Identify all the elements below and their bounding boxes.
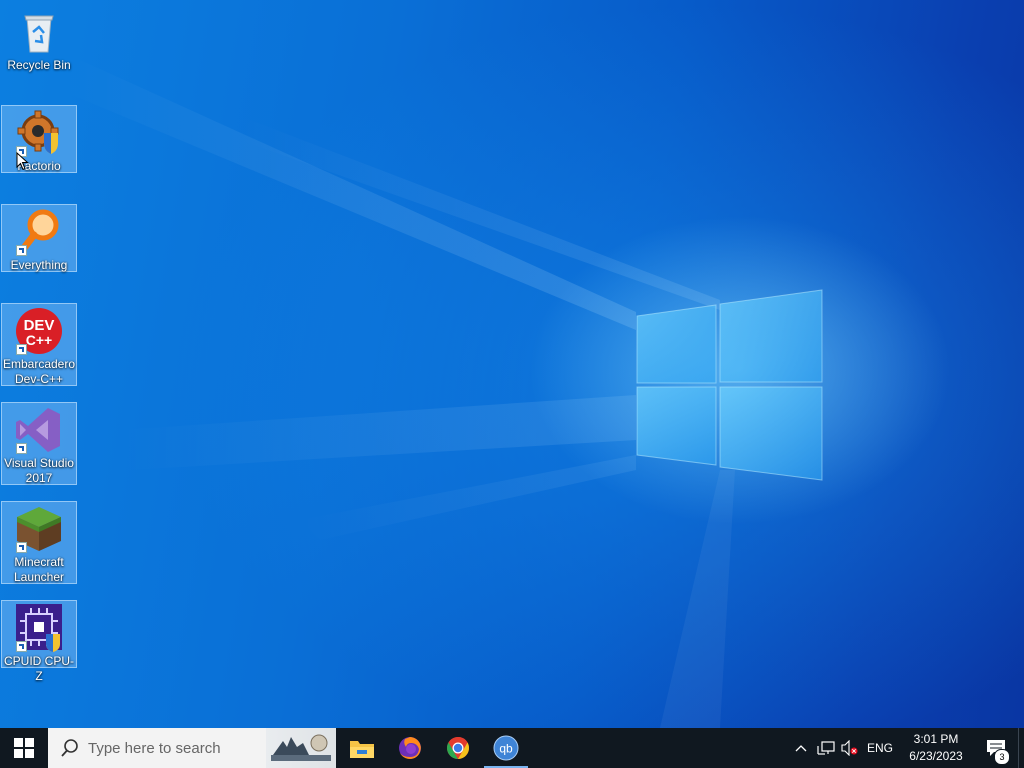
wallpaper-windows-logo [60, 60, 823, 728]
network-icon [817, 741, 835, 755]
clock-time: 3:01 PM [913, 732, 959, 746]
taskbar-chrome[interactable] [434, 728, 482, 768]
shortcut-arrow-icon [16, 245, 27, 256]
desktop-icon-everything[interactable]: Everything [1, 204, 77, 272]
show-hidden-icons-button[interactable] [788, 728, 814, 768]
news-weather-widget[interactable] [266, 728, 336, 768]
taskbar-firefox[interactable] [386, 728, 434, 768]
clock-date: 6/23/2023 [909, 749, 963, 763]
notification-count-badge: 3 [994, 749, 1010, 765]
desktop-icon-label: Factorio [17, 159, 61, 173]
action-center-button[interactable]: 3 [974, 728, 1018, 768]
desktop-icon-factorio[interactable]: Factorio [1, 105, 77, 173]
system-tray: ENG 3:01 PM 6/23/2023 3 [788, 728, 1024, 768]
desktop-icon-cpuz[interactable]: CPUID CPU-Z [1, 600, 77, 683]
everything-search-icon [14, 208, 64, 256]
show-desktop-button[interactable] [1018, 728, 1024, 768]
shortcut-arrow-icon [16, 641, 27, 652]
desktop-icon-devcpp[interactable]: DEV C++ Embarcadero Dev-C++ [1, 303, 77, 386]
chrome-icon [447, 737, 469, 759]
desktop-icon-recycle-bin[interactable]: Recycle Bin [1, 4, 77, 76]
minecraft-icon [14, 505, 64, 553]
shortcut-arrow-icon [16, 344, 27, 355]
start-button[interactable] [0, 728, 48, 768]
volume-button[interactable] [838, 728, 862, 768]
mouse-cursor-icon [16, 152, 29, 171]
search-box[interactable]: Type here to search [48, 728, 336, 768]
recycle-bin-icon [14, 8, 64, 56]
chevron-up-icon [795, 745, 807, 752]
search-icon [61, 739, 78, 757]
taskbar: Type here to search qb ENG 3:01 PM 6/23/… [0, 728, 1024, 768]
taskbar-qbittorrent[interactable]: qb [482, 728, 530, 768]
volume-muted-icon [841, 740, 858, 756]
devcpp-glyph-bottom: C++ [26, 332, 52, 348]
clock[interactable]: 3:01 PM 6/23/2023 [898, 728, 974, 768]
desktop-icon-label: Everything [10, 258, 68, 272]
news-weather-icon [271, 734, 331, 761]
shortcut-arrow-icon [16, 542, 27, 553]
desktop-icon-label: Embarcadero Dev-C++ [2, 357, 76, 386]
search-placeholder: Type here to search [88, 739, 221, 757]
desktop-icon-label: Visual Studio 2017 [4, 456, 74, 485]
qbittorrent-glyph: qb [499, 742, 513, 756]
desktop-icon-label: Minecraft Launcher [13, 555, 65, 584]
visual-studio-icon [14, 406, 64, 454]
desktop-icon-visual-studio[interactable]: Visual Studio 2017 [1, 402, 77, 485]
factorio-icon [14, 109, 64, 157]
taskbar-file-explorer[interactable] [338, 728, 386, 768]
network-button[interactable] [814, 728, 838, 768]
file-explorer-icon [350, 741, 374, 758]
input-language-indicator[interactable]: ENG [862, 728, 898, 768]
firefox-icon [399, 737, 421, 759]
desktop-icon-minecraft[interactable]: Minecraft Launcher [1, 501, 77, 584]
devcpp-icon: DEV C++ [14, 307, 64, 355]
qbittorrent-icon: qb [493, 735, 519, 761]
windows-start-icon [14, 738, 34, 758]
shortcut-arrow-icon [16, 443, 27, 454]
cpuz-icon [14, 604, 64, 652]
desktop[interactable]: Recycle Bin Factorio Everything DEV C++ … [0, 0, 1024, 728]
desktop-icon-label: Recycle Bin [7, 58, 71, 72]
desktop-icon-label: CPUID CPU-Z [3, 654, 74, 683]
